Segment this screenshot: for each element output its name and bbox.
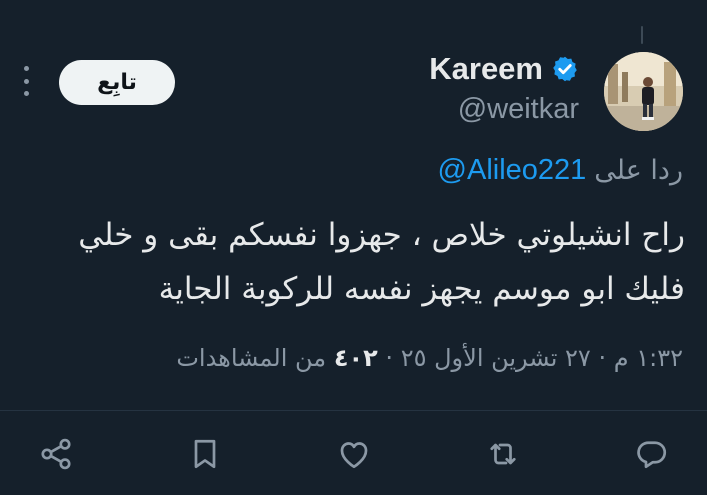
reply-icon[interactable] — [632, 434, 672, 474]
retweet-icon[interactable] — [483, 434, 523, 474]
divider — [0, 410, 707, 411]
reply-prefix: ردا على — [594, 155, 683, 186]
verified-badge-icon — [553, 56, 577, 82]
bookmark-icon[interactable] — [185, 434, 225, 474]
more-options-icon[interactable] — [20, 66, 32, 96]
views-label: من المشاهدات — [176, 344, 327, 372]
reply-to-handle-link[interactable]: @Alileo221 — [438, 152, 587, 188]
reply-context: ردا على @Alileo221 — [438, 152, 683, 189]
tweet-text: راح انشيلوتي خلاص ، جهزوا نفسكم بقى و خل… — [78, 217, 685, 307]
tweet-meta: ١:٣٢ م · ٢٧ تشرين الأول ٢٥ · ٤٠٢ من المش… — [176, 340, 683, 376]
avatar[interactable] — [604, 52, 683, 131]
thread-connector-line — [641, 26, 643, 44]
share-icon[interactable] — [36, 434, 76, 474]
profile-photo-icon — [604, 52, 683, 131]
views-count: ٤٠٢ — [333, 344, 378, 372]
author-name-row: Kareem — [429, 52, 579, 86]
follow-button[interactable]: تابِع — [59, 60, 175, 105]
author-handle[interactable]: @weitkar — [458, 92, 579, 126]
tweet-time[interactable]: ١:٣٢ م — [614, 344, 683, 372]
meta-separator: · — [598, 344, 607, 372]
author-display-name[interactable]: Kareem — [429, 52, 543, 86]
tweet-date[interactable]: ٢٧ تشرين الأول ٢٥ — [401, 344, 591, 372]
tweet-actions — [36, 434, 672, 474]
meta-separator: · — [385, 344, 394, 372]
like-icon[interactable] — [334, 434, 374, 474]
